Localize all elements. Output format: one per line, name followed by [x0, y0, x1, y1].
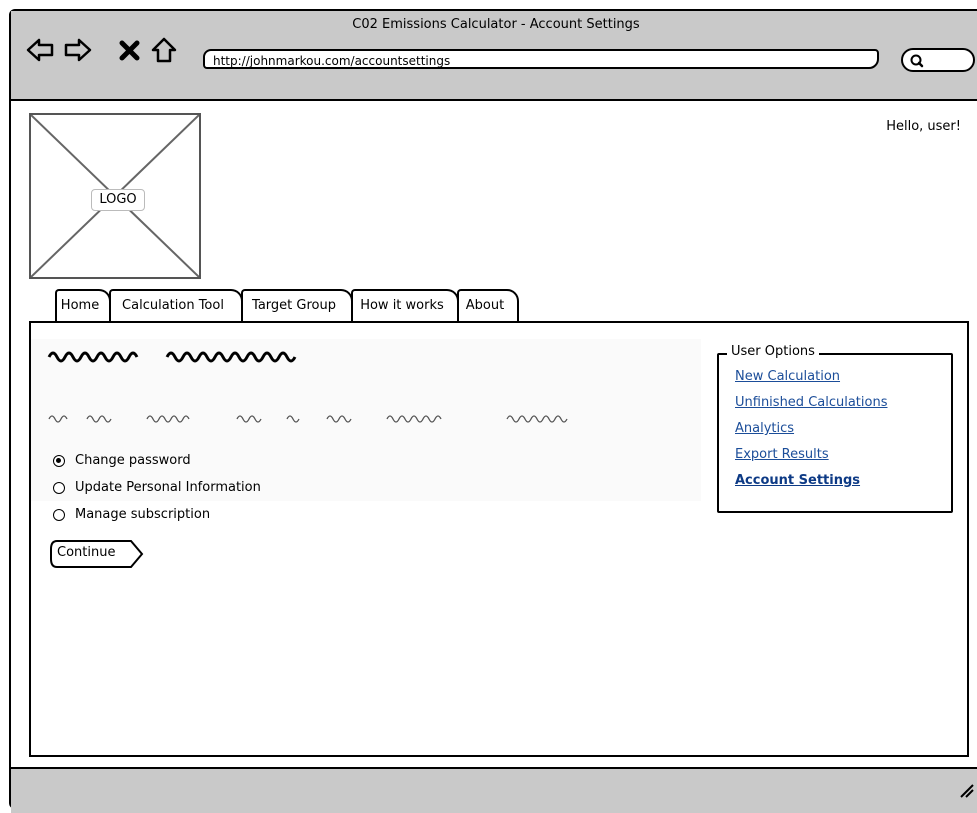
tab-how-it-works[interactable]: How it works [351, 289, 459, 323]
browser-window: C02 Emissions Calculator - Account Setti… [9, 9, 977, 813]
window-title: C02 Emissions Calculator - Account Setti… [352, 17, 640, 32]
stop-icon[interactable] [115, 35, 145, 65]
logo-placeholder: LOGO [29, 113, 201, 279]
continue-label: Continue [57, 545, 116, 560]
tab-home[interactable]: Home [55, 289, 111, 323]
home-icon[interactable] [149, 35, 179, 65]
main-content: Change password Update Personal Informat… [29, 321, 969, 757]
tab-target-group[interactable]: Target Group [241, 289, 353, 323]
browser-toolbar: C02 Emissions Calculator - Account Setti… [11, 11, 977, 101]
user-greeting: Hello, user! [886, 119, 961, 134]
radio-button[interactable] [53, 482, 65, 494]
forward-arrow-icon[interactable] [63, 35, 93, 65]
user-options-panel: User Options New Calculation Unfinished … [717, 344, 953, 513]
body-text-scribble [48, 415, 568, 423]
link-analytics[interactable]: Analytics [735, 421, 794, 436]
tab-about[interactable]: About [457, 289, 519, 323]
search-field[interactable] [901, 48, 975, 72]
link-account-settings[interactable]: Account Settings [735, 473, 860, 488]
link-unfinished-calculations[interactable]: Unfinished Calculations [735, 395, 887, 410]
logo-label: LOGO [91, 189, 145, 211]
link-new-calculation[interactable]: New Calculation [735, 369, 840, 384]
radio-button[interactable] [53, 455, 65, 467]
tab-calculation-tool[interactable]: Calculation Tool [109, 289, 243, 323]
user-options-title: User Options [727, 344, 819, 359]
radio-label: Change password [75, 453, 191, 468]
search-icon [910, 54, 924, 68]
radio-button[interactable] [53, 509, 65, 521]
resize-grip-icon[interactable] [957, 781, 975, 799]
link-export-results[interactable]: Export Results [735, 447, 829, 462]
heading-scribble [47, 351, 297, 363]
continue-button[interactable]: Continue [49, 539, 145, 569]
back-arrow-icon[interactable] [25, 35, 55, 65]
address-bar[interactable]: http://johnmarkou.com/accountsettings [203, 49, 879, 69]
radio-label: Update Personal Information [75, 480, 261, 495]
radio-label: Manage subscription [75, 507, 211, 522]
status-bar [11, 767, 977, 813]
